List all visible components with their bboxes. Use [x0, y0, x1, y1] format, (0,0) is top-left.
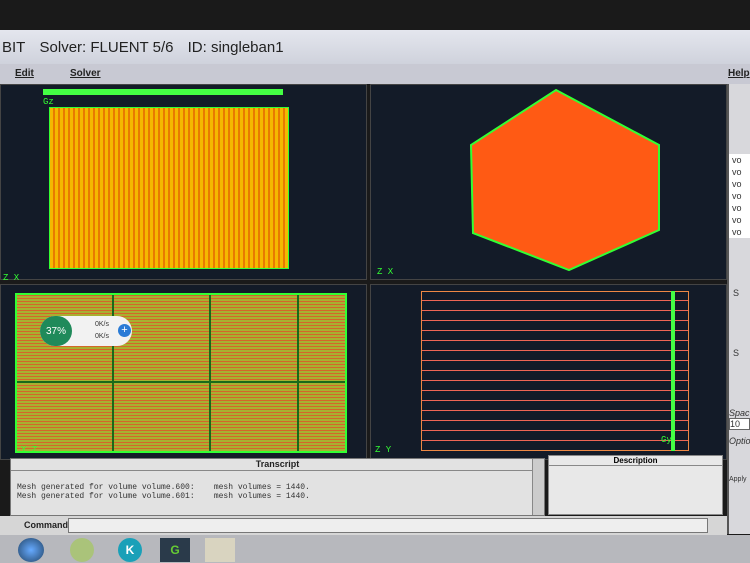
description-title: Description [549, 456, 722, 466]
axis-label: Gz [43, 97, 54, 107]
green-edge [43, 89, 283, 95]
hexagon-geometry [469, 88, 660, 272]
options-label: Option [729, 436, 750, 446]
transcript-line: Mesh generated for volume volume.601: me… [17, 492, 310, 501]
spacing-label: Spac [729, 408, 750, 418]
viewport-top-left[interactable]: Gz Z X [0, 84, 367, 283]
viewport-bottom-left[interactable]: Y Z [0, 284, 367, 460]
command-input[interactable] [68, 518, 708, 533]
command-bar: Command: [0, 516, 727, 536]
menu-solver[interactable]: Solver [70, 68, 101, 79]
viewport-top-right[interactable]: Z X [370, 84, 727, 280]
layered-geometry [421, 291, 689, 451]
cpu-percent: 37% [40, 316, 72, 346]
scheme-label: S [733, 348, 740, 358]
id-label: ID: singleban1 [187, 39, 284, 56]
transcript-line: Mesh generated for volume volume.600: me… [17, 483, 310, 492]
description-panel: Description [548, 455, 723, 515]
plus-icon[interactable]: + [118, 324, 131, 337]
volume-list-item[interactable]: vo [732, 214, 750, 226]
menu-edit[interactable]: Edit [15, 68, 34, 79]
browser-icon[interactable] [70, 538, 94, 562]
menu-bar: Edit Solver Help [0, 64, 750, 84]
network-speed-widget[interactable]: 37% 0K/s 0K/s + [40, 316, 132, 346]
download-speed: 0K/s [95, 333, 110, 340]
upload-speed: 0K/s [95, 321, 110, 328]
start-button-icon[interactable] [18, 538, 44, 562]
transcript-panel: Transcript Mesh generated for volume vol… [10, 458, 545, 516]
right-panel: vo vo vo vo vo vo vo S S Spac 10 Option … [727, 84, 750, 534]
viewport-bottom-right[interactable]: Gy Z Y [370, 284, 727, 460]
scheme-label: S [733, 288, 740, 298]
apply-button[interactable]: Apply [729, 476, 750, 483]
transcript-scrollbar[interactable] [532, 459, 544, 515]
volume-list-item[interactable]: vo [732, 226, 750, 238]
axis-triad: Z X [3, 273, 20, 283]
axis-triad: Z Y [375, 445, 392, 455]
volume-list-item[interactable]: vo [732, 190, 750, 202]
green-edge [671, 291, 675, 451]
title-bar: BIT Solver: FLUENT 5/6 ID: singleban1 [0, 30, 750, 64]
solver-label: Solver: FLUENT 5/6 [39, 39, 174, 56]
axis-label: Gy [661, 435, 672, 445]
transcript-title: Transcript [11, 459, 544, 471]
volume-list-item[interactable]: vo [732, 166, 750, 178]
app-title: BIT [2, 39, 26, 56]
taskbar: K G [0, 535, 750, 563]
command-label: Command: [24, 520, 71, 530]
gambit-icon[interactable]: G [160, 538, 190, 562]
striped-geometry [49, 107, 289, 269]
axis-triad: Y Z [21, 445, 38, 455]
menu-help[interactable]: Help [728, 68, 750, 79]
k-app-icon[interactable]: K [118, 538, 142, 562]
volume-list-item[interactable]: vo [732, 202, 750, 214]
axis-triad: Z X [377, 267, 394, 277]
plot-app-icon[interactable] [205, 538, 235, 562]
volume-list-item[interactable]: vo [732, 178, 750, 190]
spacing-input[interactable]: 10 [729, 418, 750, 430]
volume-list-item[interactable]: vo [732, 154, 750, 166]
